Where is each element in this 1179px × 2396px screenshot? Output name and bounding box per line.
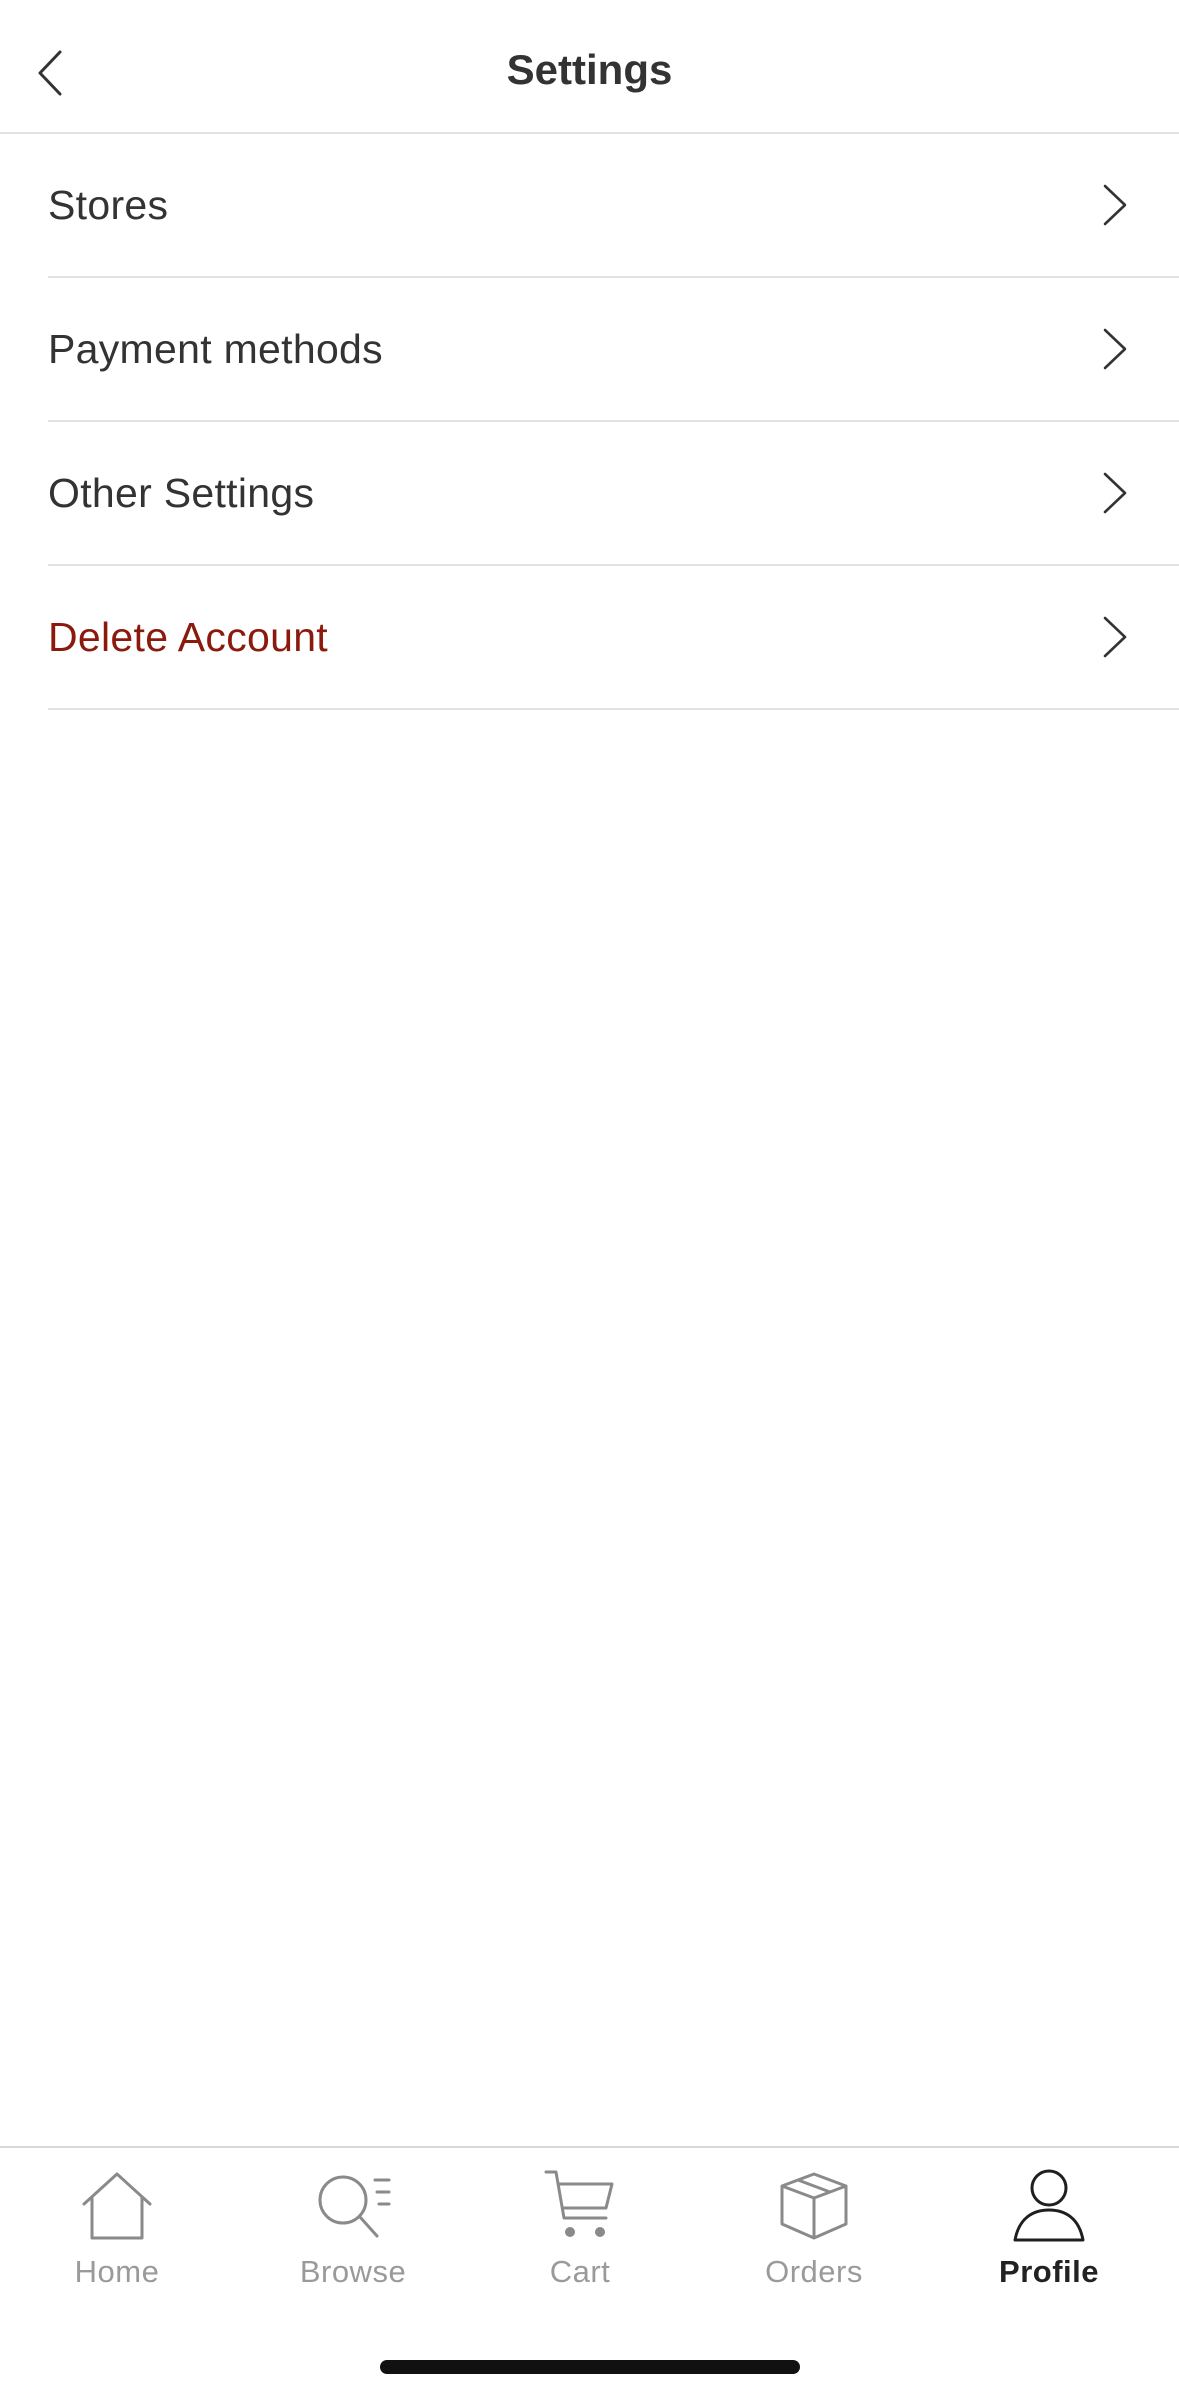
chevron-right-icon bbox=[1103, 328, 1127, 370]
chevron-right-icon bbox=[1103, 616, 1127, 658]
cart-icon bbox=[544, 2170, 614, 2237]
home-icon bbox=[82, 2172, 152, 2240]
tab-label: Orders bbox=[765, 2254, 863, 2289]
tab-orders[interactable]: Orders bbox=[714, 2168, 914, 2308]
chevron-right-icon bbox=[1103, 472, 1127, 514]
settings-item-label: Other Settings bbox=[48, 469, 315, 516]
tab-bar: Home Browse Cart Orders Profile bbox=[0, 2146, 1179, 2396]
tab-profile[interactable]: Profile bbox=[949, 2168, 1149, 2308]
tab-label: Browse bbox=[299, 2254, 407, 2289]
settings-item-stores[interactable]: Stores bbox=[48, 134, 1179, 278]
browse-search-icon bbox=[318, 2175, 391, 2238]
chevron-right-icon bbox=[1103, 184, 1127, 226]
settings-item-label: Stores bbox=[48, 181, 169, 228]
settings-item-label: Payment methods bbox=[48, 325, 383, 372]
tab-label: Profile bbox=[999, 2254, 1099, 2289]
tab-home[interactable]: Home bbox=[17, 2168, 217, 2308]
header: Settings bbox=[0, 0, 1179, 134]
home-indicator[interactable] bbox=[380, 2360, 800, 2374]
person-icon bbox=[1013, 2169, 1085, 2242]
settings-screen: Settings Stores Payment methods Other Se… bbox=[0, 0, 1179, 2396]
tab-label: Home bbox=[74, 2254, 160, 2289]
tab-label: Cart bbox=[549, 2254, 611, 2289]
box-icon bbox=[780, 2172, 848, 2240]
settings-item-other-settings[interactable]: Other Settings bbox=[48, 422, 1179, 566]
page-title: Settings bbox=[506, 46, 673, 93]
settings-item-delete-account[interactable]: Delete Account bbox=[48, 566, 1179, 710]
settings-item-payment-methods[interactable]: Payment methods bbox=[48, 278, 1179, 422]
settings-item-label: Delete Account bbox=[48, 613, 328, 660]
tab-browse[interactable]: Browse bbox=[253, 2168, 453, 2308]
settings-list: Stores Payment methods Other Settings De… bbox=[48, 134, 1179, 710]
tab-cart[interactable]: Cart bbox=[480, 2168, 680, 2308]
